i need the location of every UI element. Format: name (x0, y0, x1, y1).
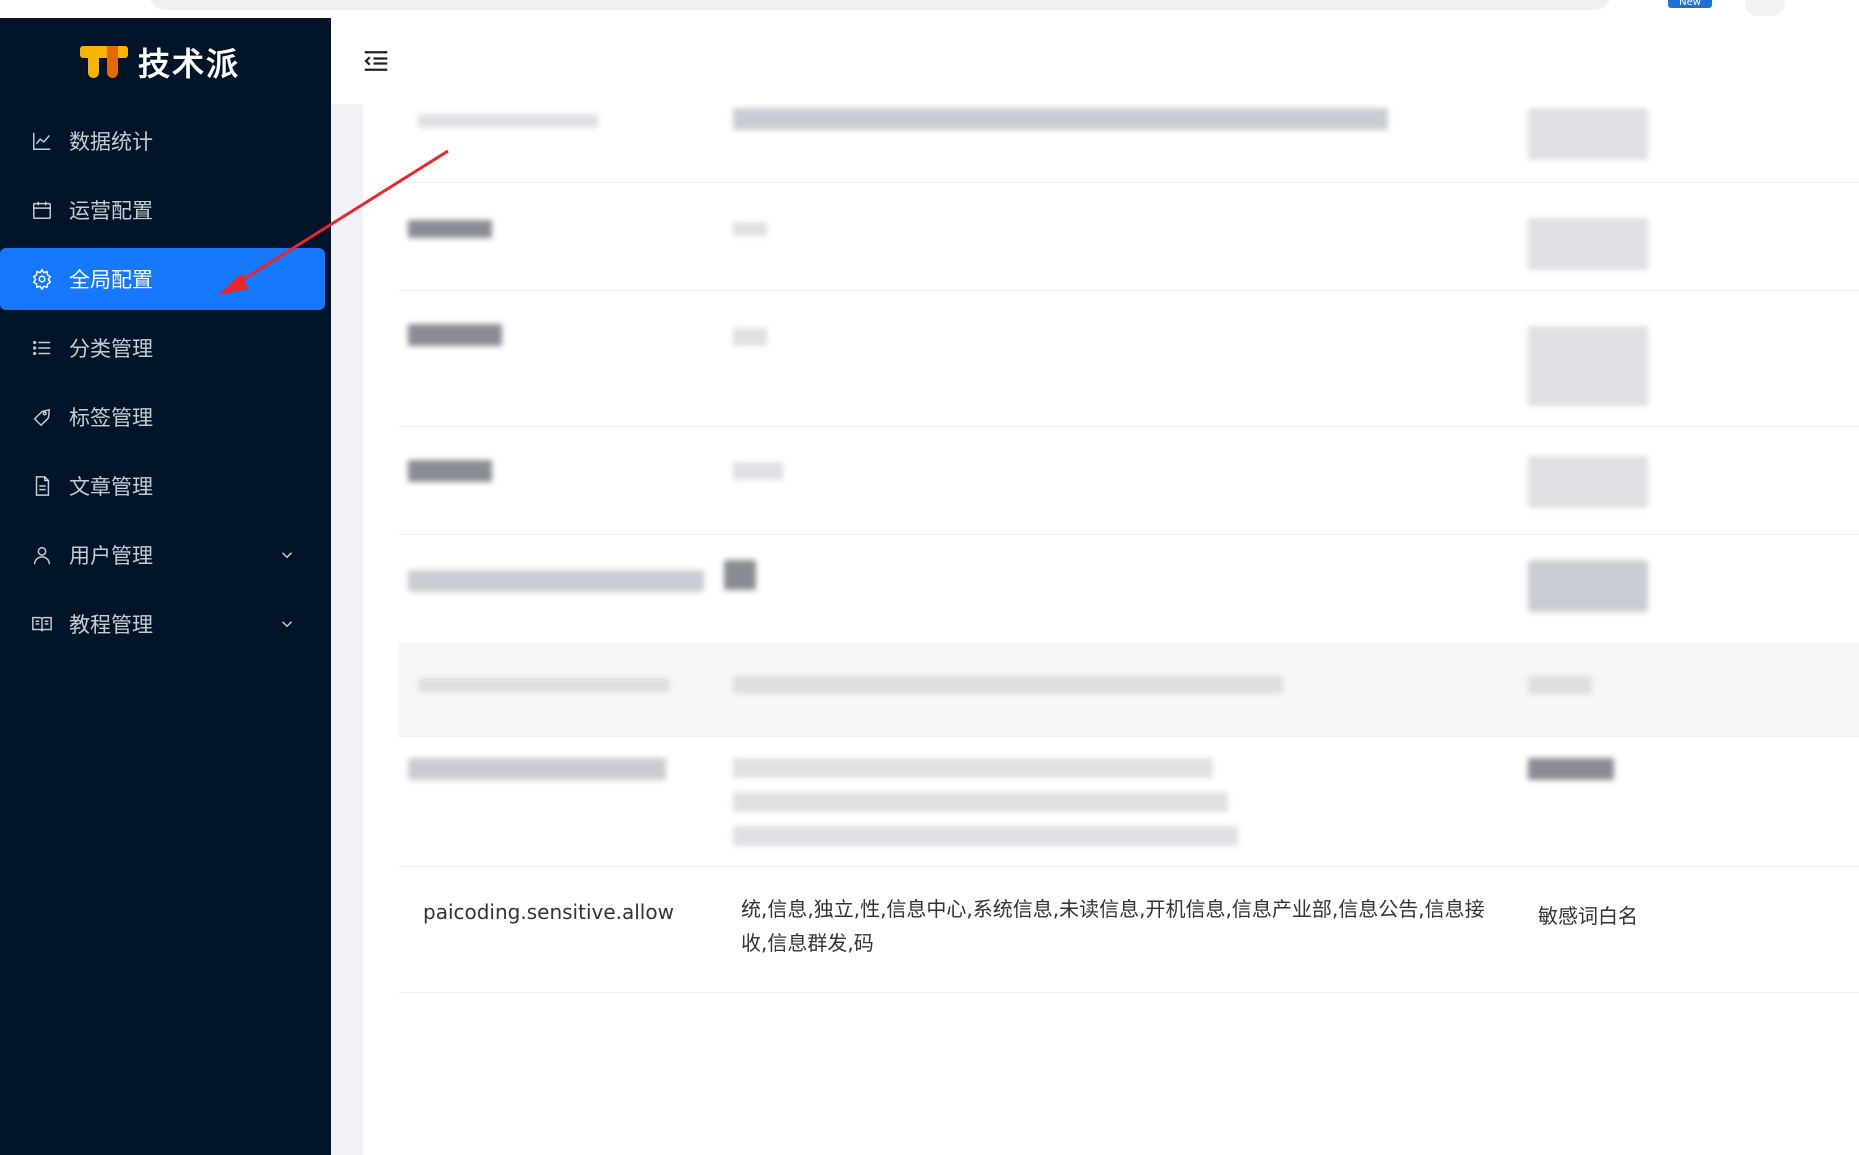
line-chart-icon (29, 128, 55, 154)
main-area: paicoding.sensitive.allow 统,信息,独立,性,信息中心… (331, 18, 1859, 1155)
table-row[interactable] (398, 534, 1859, 643)
sidebar-item-user[interactable]: 用户管理 (0, 524, 331, 586)
sidebar-item-article[interactable]: 文章管理 (0, 455, 331, 517)
app-logo[interactable]: 技术派 (80, 40, 240, 84)
sidebar-menu: 数据统计 运营配置 全局配置 分类管理 标签管理 文章管理 用户管理 教程管理 (0, 110, 331, 662)
sidebar-item-label: 运营配置 (69, 199, 153, 223)
user-icon (29, 542, 55, 568)
sidebar-item-global-config[interactable]: 全局配置 (0, 248, 325, 310)
sidebar-item-category[interactable]: 分类管理 (0, 317, 331, 379)
table-row[interactable] (398, 426, 1859, 535)
logo-mark-icon (80, 44, 128, 80)
config-description: 敏感词白名 (1538, 904, 1638, 928)
address-bar[interactable] (150, 0, 1610, 10)
sidebar-item-label: 分类管理 (69, 337, 153, 361)
list-icon (29, 335, 55, 361)
sidebar-item-operation[interactable]: 运营配置 (0, 179, 331, 241)
table-row[interactable] (398, 642, 1859, 737)
book-icon (29, 611, 55, 637)
sidebar-item-tag[interactable]: 标签管理 (0, 386, 331, 448)
sidebar: 技术派 数据统计 运营配置 全局配置 分类管理 标签管理 文章管理 用户管理 教… (0, 18, 331, 1155)
tag-icon (29, 404, 55, 430)
menu-fold-icon[interactable] (361, 46, 391, 76)
sidebar-item-tutorial[interactable]: 教程管理 (0, 593, 331, 655)
browser-profile[interactable] (1745, 0, 1785, 16)
table-row[interactable]: paicoding.sensitive.allow 统,信息,独立,性,信息中心… (398, 866, 1859, 993)
sidebar-item-label: 文章管理 (69, 475, 153, 499)
top-header (331, 18, 1859, 104)
sidebar-item-label: 全局配置 (69, 268, 153, 292)
chevron-down-icon[interactable] (278, 615, 296, 633)
gear-icon (29, 266, 55, 292)
browser-toolbar: New (0, 0, 1859, 18)
table-row[interactable] (398, 736, 1859, 867)
config-table: paicoding.sensitive.allow 统,信息,独立,性,信息中心… (363, 104, 1859, 1155)
new-badge: New (1668, 0, 1712, 8)
table-row[interactable] (398, 182, 1859, 291)
calendar-icon (29, 197, 55, 223)
chevron-down-icon[interactable] (278, 546, 296, 564)
sidebar-item-label: 数据统计 (69, 130, 153, 154)
sidebar-item-label: 标签管理 (69, 406, 153, 430)
sidebar-item-label: 教程管理 (69, 613, 153, 637)
config-key: paicoding.sensitive.allow (423, 900, 674, 924)
config-value: 统,信息,独立,性,信息中心,系统信息,未读信息,开机信息,信息产业部,信息公告… (741, 897, 1485, 955)
sidebar-item-stats[interactable]: 数据统计 (0, 110, 331, 172)
table-row[interactable] (398, 104, 1859, 183)
sidebar-item-label: 用户管理 (69, 544, 153, 568)
app-name: 技术派 (138, 45, 241, 83)
table-row[interactable] (398, 290, 1859, 427)
document-icon (29, 473, 55, 499)
